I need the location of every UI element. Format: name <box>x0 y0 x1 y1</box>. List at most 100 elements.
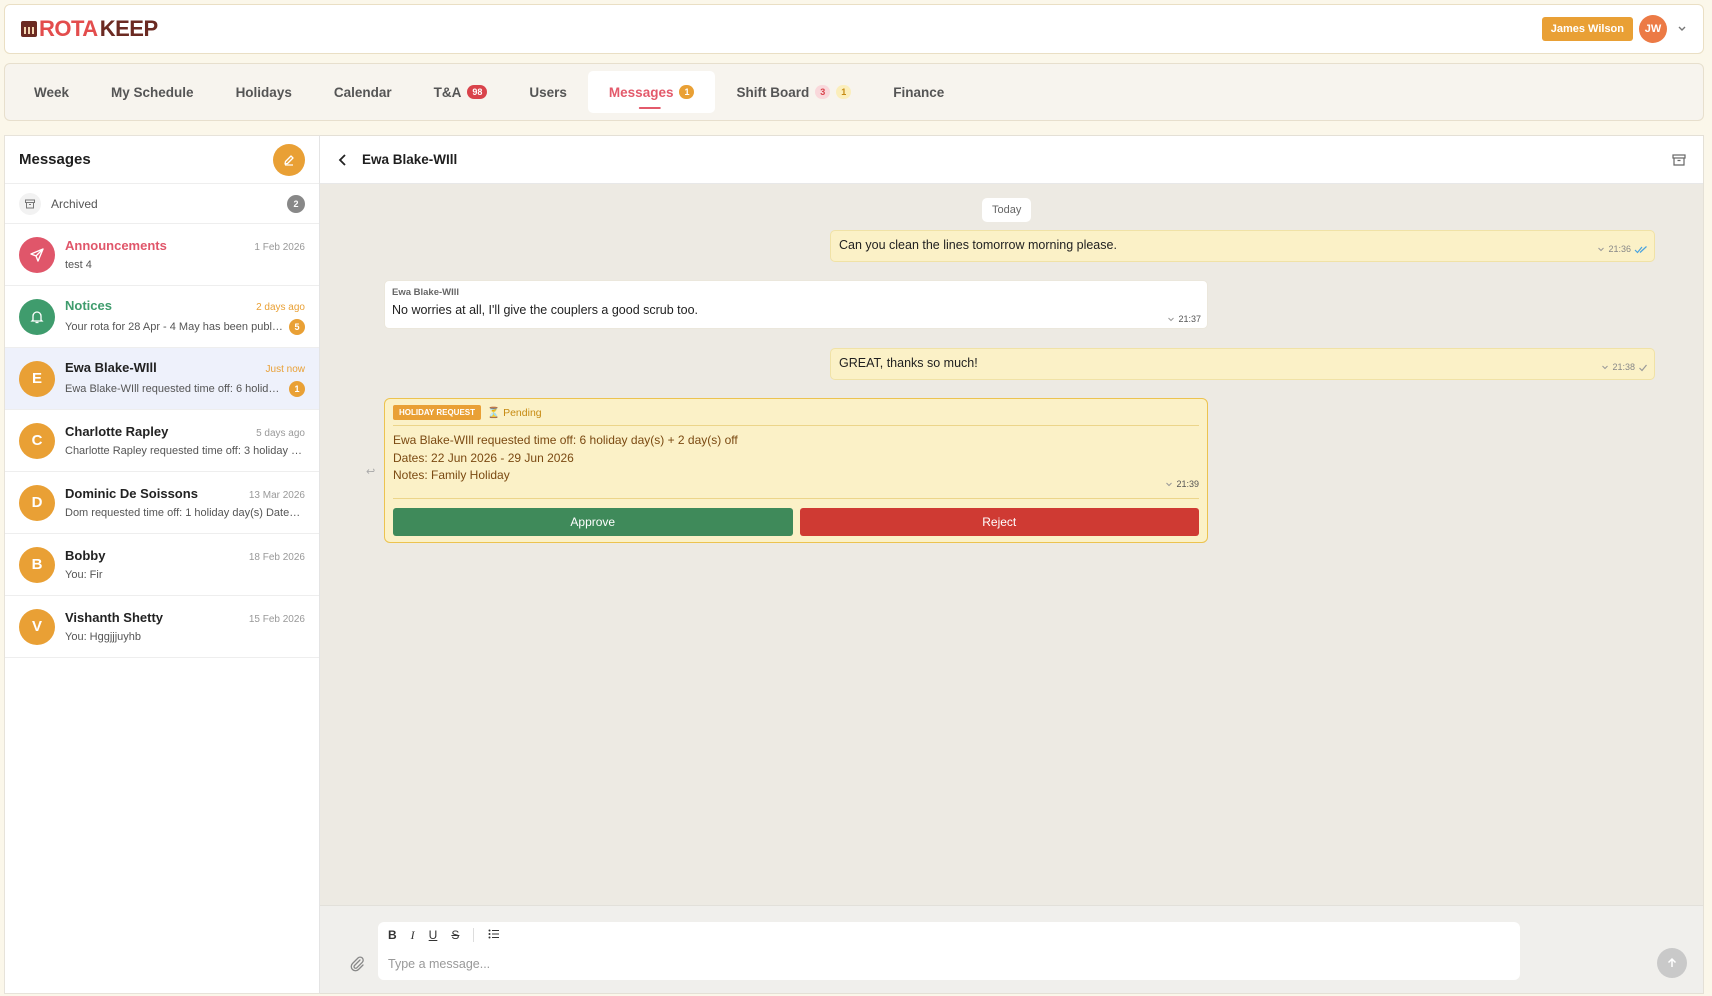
bullet-list-icon[interactable] <box>488 928 500 942</box>
conversation-date: 2 days ago <box>256 302 305 313</box>
conversation-preview: Your rota for 28 Apr - 4 May has been pu… <box>65 321 283 333</box>
double-check-icon <box>1634 245 1647 253</box>
messages-count-badge: 1 <box>679 85 695 99</box>
avatar: E <box>19 360 55 397</box>
conversation-name: Vishanth Shetty <box>65 610 164 625</box>
tab-label: Holidays <box>235 84 292 100</box>
tab-my-schedule[interactable]: My Schedule <box>90 71 215 113</box>
arrow-up-icon <box>1667 957 1677 967</box>
message-time: 21:39 <box>1176 479 1199 489</box>
avatar: D <box>19 484 55 521</box>
request-dates: Dates: 22 Jun 2026 - 29 Jun 2026 <box>393 450 574 465</box>
message-meta: 21:37 <box>1167 314 1201 324</box>
sidebar-header: Messages <box>5 136 319 184</box>
conversation-date: Just now <box>265 364 305 375</box>
tab-users[interactable]: Users <box>508 71 588 113</box>
tab-label: My Schedule <box>111 84 194 100</box>
message-text: Can you clean the lines tomorrow morning… <box>839 238 1117 252</box>
check-icon <box>1639 364 1647 371</box>
chat-pane: Ewa Blake-WIll Today Can you clean the l… <box>320 135 1704 994</box>
chat-header: Ewa Blake-WIll <box>320 136 1703 184</box>
user-name-badge[interactable]: James Wilson <box>1541 17 1633 41</box>
avatar: V <box>19 608 55 645</box>
conversation-name: Ewa Blake-WIll <box>65 360 157 375</box>
reject-button[interactable]: Reject <box>799 508 1199 536</box>
approve-button[interactable]: Approve <box>393 508 793 536</box>
italic-button[interactable]: I <box>411 928 415 943</box>
tab-ta[interactable]: T&A 98 <box>413 71 509 113</box>
message-bubble-outgoing[interactable]: Can you clean the lines tomorrow morning… <box>830 230 1655 262</box>
avatar: B <box>19 546 55 583</box>
message-time: 21:38 <box>1612 362 1635 372</box>
underline-button[interactable]: U <box>429 928 438 942</box>
chevron-down-icon[interactable] <box>1677 23 1687 36</box>
app-logo[interactable]: ROTA KEEP <box>21 16 158 42</box>
message-text: GREAT, thanks so much! <box>839 356 978 370</box>
chevron-down-icon[interactable] <box>1167 315 1175 323</box>
conversation-preview: You: Fir <box>65 569 103 581</box>
ta-count-badge: 98 <box>467 85 488 99</box>
conversation-name: Dominic De Soissons <box>65 486 198 501</box>
tab-label: Finance <box>893 84 945 100</box>
back-arrow-icon[interactable] <box>336 153 350 167</box>
tab-shift-board[interactable]: Shift Board 3 1 <box>715 71 872 113</box>
message-bubble-incoming[interactable]: Ewa Blake-WIll No worries at all, I'll g… <box>384 280 1208 329</box>
day-separator: Today <box>982 198 1032 222</box>
pencil-icon <box>284 154 294 166</box>
paperclip-icon[interactable] <box>348 954 366 977</box>
app-header: ROTA KEEP James Wilson JW <box>4 4 1704 54</box>
user-menu[interactable]: James Wilson JW <box>1541 15 1687 43</box>
conversation-announcements[interactable]: Announcements 1 Feb 2026 test 4 <box>5 224 319 286</box>
tab-holidays[interactable]: Holidays <box>215 71 313 113</box>
strikethrough-button[interactable]: S <box>451 928 459 942</box>
archived-count-badge: 2 <box>287 194 305 213</box>
conversation-ewa-blake-will[interactable]: E Ewa Blake-WIll Just now Ewa Blake-WIll… <box>5 348 319 410</box>
conversation-name: Notices <box>65 298 112 313</box>
conversation-date: 13 Mar 2026 <box>248 490 305 501</box>
main-nav: Week My Schedule Holidays Calendar T&A 98… <box>4 63 1704 121</box>
conversation-name: Charlotte Rapley <box>65 424 169 439</box>
conversation-vishanth-shetty[interactable]: V Vishanth Shetty 15 Feb 2026 You: Hggjj… <box>5 596 319 658</box>
avatar: C <box>19 422 55 459</box>
message-meta: 21:39 <box>1165 479 1199 489</box>
message-composer: B I U S <box>320 905 1703 993</box>
tab-week[interactable]: Week <box>13 71 90 113</box>
message-meta: 21:38 <box>1601 362 1648 372</box>
message-bubble-outgoing[interactable]: GREAT, thanks so much! 21:38 <box>830 348 1655 380</box>
user-avatar[interactable]: JW <box>1639 15 1667 43</box>
conversation-charlotte-rapley[interactable]: C Charlotte Rapley 5 days ago Charlotte … <box>5 410 319 472</box>
conversation-preview: Charlotte Rapley requested time off: 3 h… <box>65 445 305 457</box>
conversation-dominic-de-soissons[interactable]: D Dominic De Soissons 13 Mar 2026 Dom re… <box>5 472 319 534</box>
tab-messages[interactable]: Messages 1 <box>587 71 716 113</box>
unread-badge: 5 <box>289 319 305 335</box>
chevron-down-icon[interactable] <box>1165 480 1173 488</box>
message-input[interactable] <box>378 948 1520 980</box>
tab-label: Users <box>529 84 567 100</box>
send-button[interactable] <box>1657 948 1687 978</box>
conversation-date: 5 days ago <box>256 428 305 439</box>
shift-board-badge-secondary: 1 <box>836 85 852 99</box>
archived-folder[interactable]: Archived 2 <box>5 184 319 224</box>
send-icon <box>19 236 55 273</box>
conversation-notices[interactable]: Notices 2 days ago Your rota for 28 Apr … <box>5 286 319 348</box>
tab-finance[interactable]: Finance <box>872 71 965 113</box>
message-meta: 21:36 <box>1597 244 1648 254</box>
tab-label: Shift Board <box>736 84 810 100</box>
conversation-date: 18 Feb 2026 <box>248 552 305 563</box>
message-time: 21:37 <box>1178 314 1201 324</box>
formatting-toolbar: B I U S <box>378 922 1520 948</box>
archive-icon <box>19 192 41 215</box>
logo-text-keep: KEEP <box>99 16 158 41</box>
hourglass-icon: ⏳ <box>487 407 501 419</box>
chevron-down-icon[interactable] <box>1601 363 1609 371</box>
compose-button[interactable] <box>273 143 305 176</box>
archive-icon[interactable] <box>1671 152 1687 168</box>
conversation-name: Announcements <box>65 238 167 253</box>
reply-icon[interactable]: ↩ <box>366 465 375 478</box>
bold-button[interactable]: B <box>388 928 397 942</box>
tab-calendar[interactable]: Calendar <box>313 71 413 113</box>
request-actions: Approve Reject <box>393 508 1199 536</box>
chevron-down-icon[interactable] <box>1597 245 1605 253</box>
conversation-bobby[interactable]: B Bobby 18 Feb 2026 You: Fir <box>5 534 319 596</box>
tab-label: Calendar <box>333 84 392 100</box>
